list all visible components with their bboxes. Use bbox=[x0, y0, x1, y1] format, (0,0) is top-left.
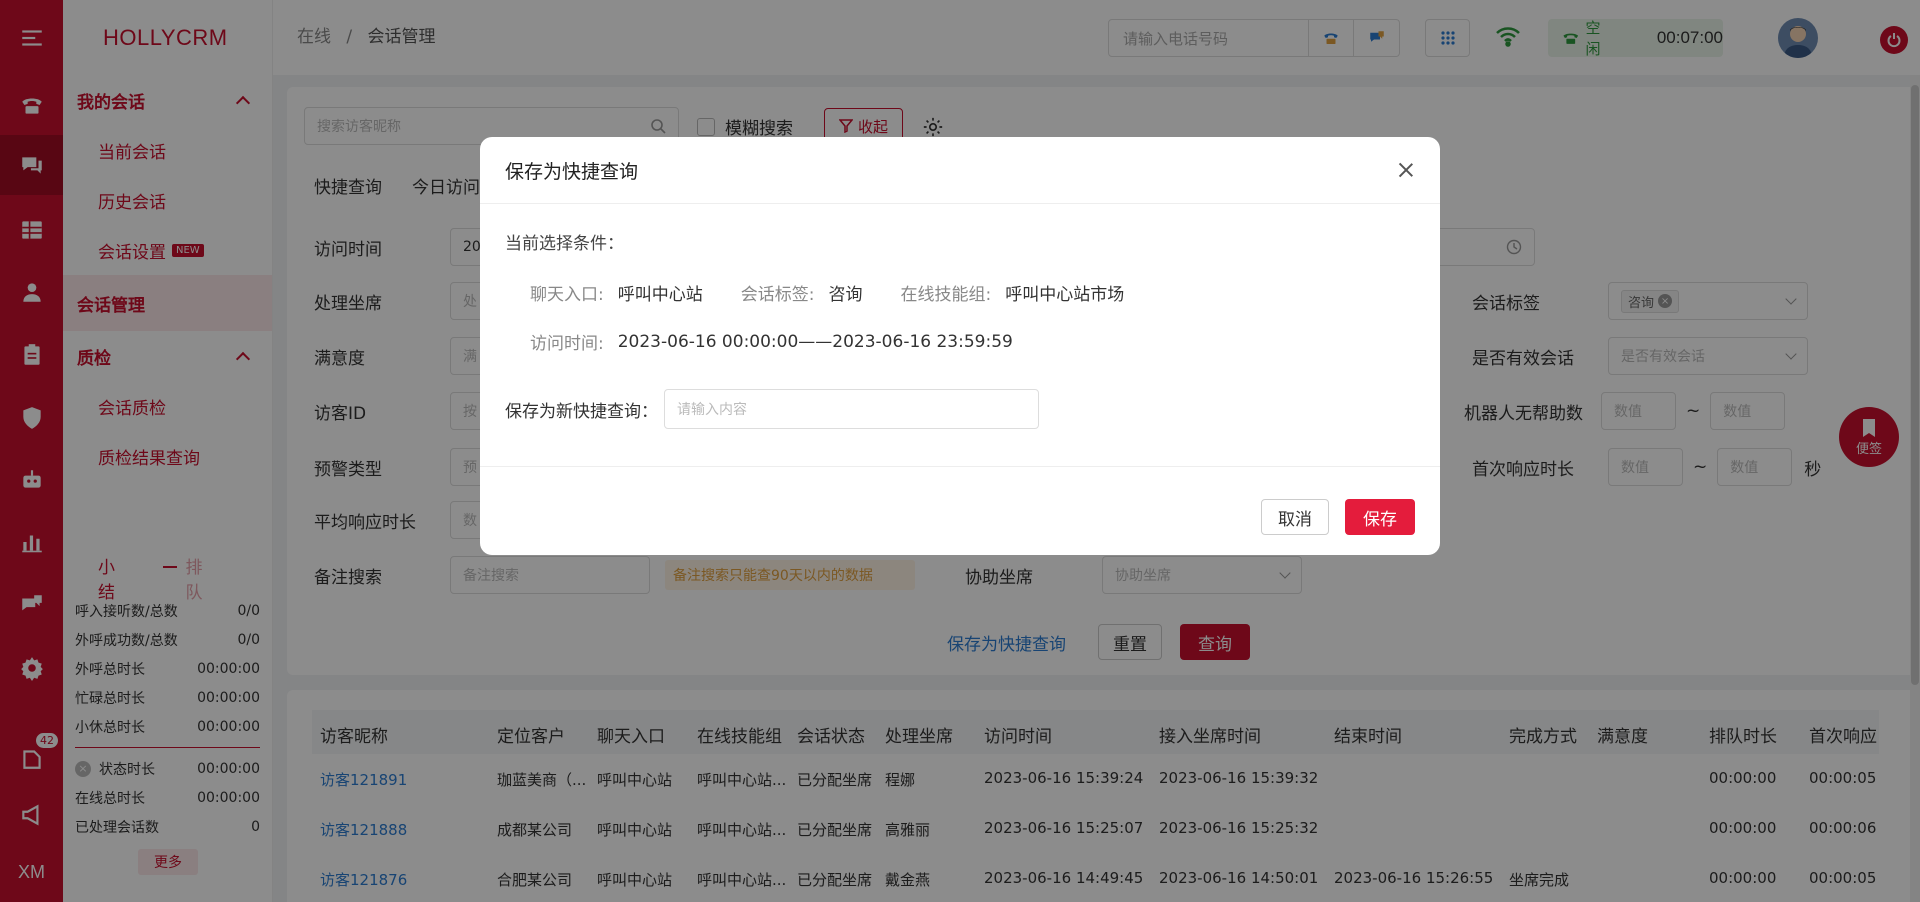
condition-value: 呼叫中心站市场 bbox=[1005, 285, 1125, 305]
condition-key: 访问时间: bbox=[530, 334, 604, 354]
condition-key: 会话标签: bbox=[740, 285, 815, 305]
condition-value: 呼叫中心站 bbox=[617, 285, 703, 305]
new-query-label: 保存为新快捷查询： bbox=[505, 401, 658, 422]
new-query-row: 保存为新快捷查询： 请输入内容 bbox=[505, 389, 1039, 429]
dialog-header: 保存为快捷查询 bbox=[480, 137, 1440, 204]
conditions-label: 当前选择条件： bbox=[505, 234, 624, 254]
new-query-input[interactable]: 请输入内容 bbox=[664, 389, 1039, 429]
condition-value: 2023-06-16 00:00:00——2023-06-16 23:59:59 bbox=[617, 331, 1013, 352]
close-icon[interactable] bbox=[1397, 161, 1415, 179]
condition-value: 咨询 bbox=[828, 285, 863, 305]
dialog-body: 当前选择条件： 聊天入口: 呼叫中心站 会话标签: 咨询 在线技能组: 呼叫中心… bbox=[480, 204, 1440, 467]
dialog-footer: 取消 保存 bbox=[1261, 499, 1415, 535]
condition-line: 访问时间: 2023-06-16 00:00:00——2023-06-16 23… bbox=[530, 329, 1051, 355]
save-button[interactable]: 保存 bbox=[1345, 499, 1415, 535]
cancel-button[interactable]: 取消 bbox=[1261, 499, 1329, 535]
save-quick-query-dialog: 保存为快捷查询 当前选择条件： 聊天入口: 呼叫中心站 会话标签: 咨询 在线技… bbox=[480, 137, 1440, 555]
condition-line: 聊天入口: 呼叫中心站 会话标签: 咨询 在线技能组: 呼叫中心站市场 bbox=[530, 280, 1162, 305]
condition-key: 在线技能组: bbox=[900, 285, 992, 305]
condition-key: 聊天入口: bbox=[530, 285, 604, 305]
dialog-title: 保存为快捷查询 bbox=[505, 160, 639, 183]
